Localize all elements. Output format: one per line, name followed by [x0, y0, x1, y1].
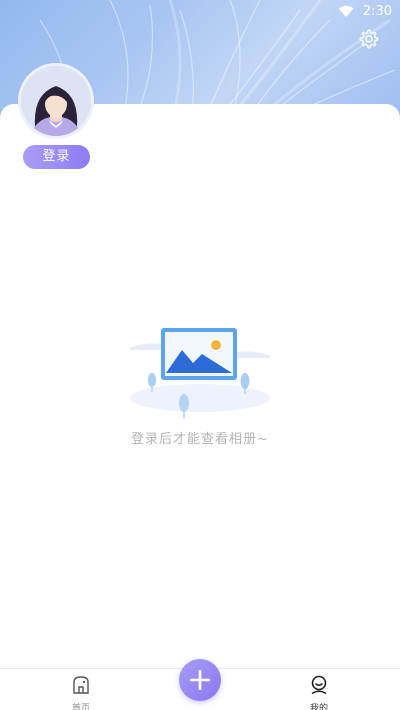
- nav-item-mine[interactable]: 我的: [289, 675, 349, 710]
- nav-label-home: 首页: [71, 704, 90, 710]
- photo-icon: [130, 328, 270, 418]
- gear-icon[interactable]: [358, 28, 380, 50]
- nav-item-home[interactable]: 首页: [51, 675, 111, 710]
- home-icon: [73, 676, 89, 694]
- nav-label-mine: 我的: [309, 704, 328, 710]
- status-time: 2:30: [362, 4, 392, 19]
- avatar[interactable]: [21, 66, 91, 136]
- wifi-icon: [338, 5, 354, 17]
- user-icon: [311, 675, 327, 695]
- plus-icon: [190, 670, 210, 690]
- login-button[interactable]: 登录: [23, 145, 90, 169]
- status-bar: 2:30: [0, 0, 400, 24]
- add-button[interactable]: [179, 659, 221, 701]
- empty-state-message: 登录后才能查看相册~: [131, 432, 269, 447]
